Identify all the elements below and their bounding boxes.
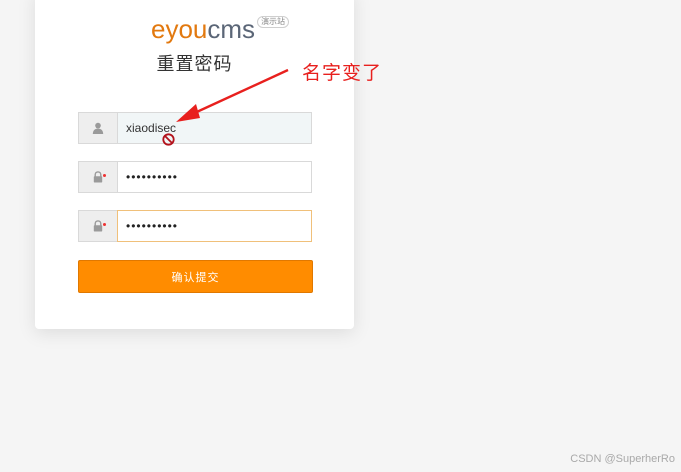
watermark: CSDN @SuperherRo: [570, 453, 675, 465]
annotation-text: 名字变了: [302, 63, 383, 84]
